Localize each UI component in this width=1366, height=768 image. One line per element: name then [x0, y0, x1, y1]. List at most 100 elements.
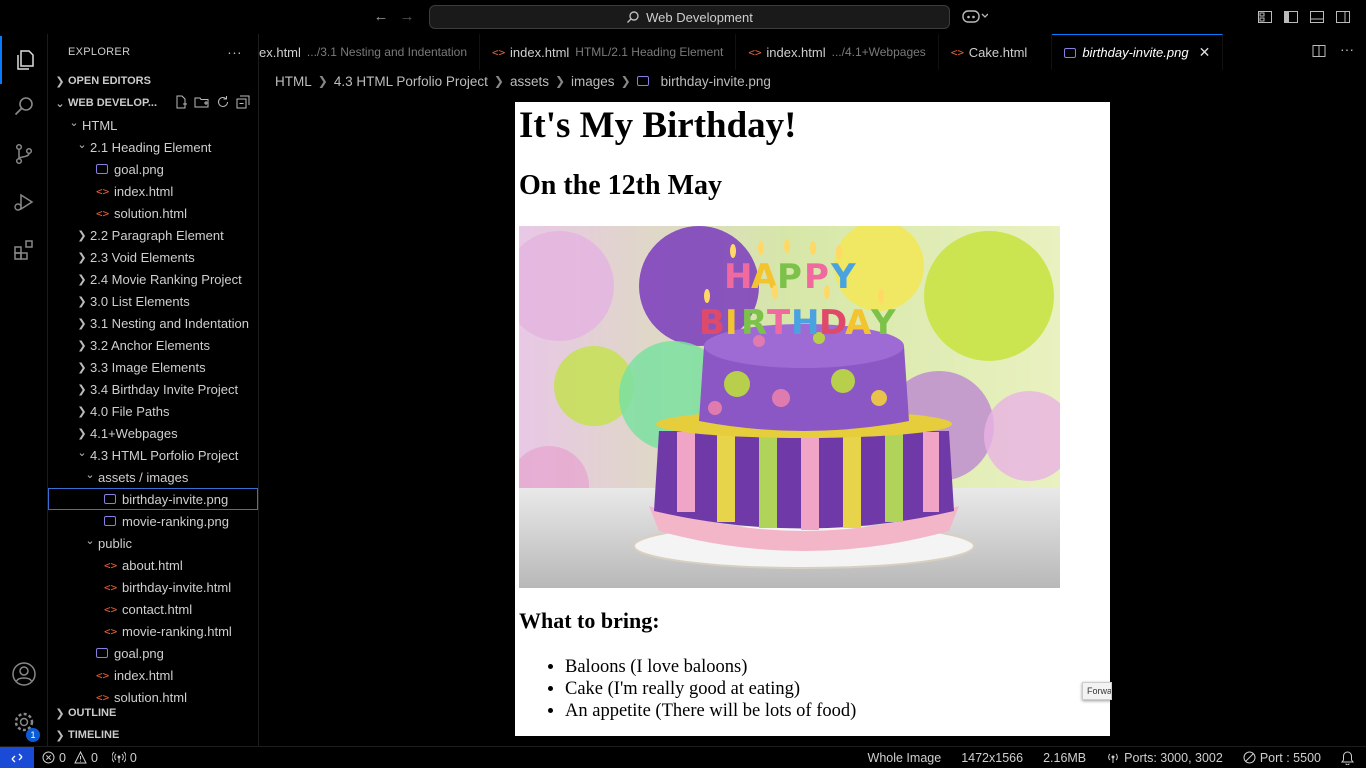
- html-file-icon: <>: [96, 206, 110, 220]
- tree-folder[interactable]: ❯ 3.0 List Elements: [48, 290, 258, 312]
- command-center-search[interactable]: Web Development: [429, 5, 950, 29]
- image-file-icon: [104, 494, 116, 504]
- back-arrow-icon[interactable]: ←: [372, 8, 390, 26]
- tree-folder[interactable]: ❯ 2.3 Void Elements: [48, 246, 258, 268]
- tab-cake[interactable]: <> Cake.html: [939, 34, 1053, 70]
- breadcrumb-item[interactable]: 4.3 HTML Porfolio Project: [334, 74, 488, 89]
- tab-heading-index[interactable]: <> index.html HTML/2.1 Heading Element: [480, 34, 737, 70]
- ports-forwarded-indicator[interactable]: 0: [111, 751, 137, 765]
- tab-name: index.html: [766, 44, 826, 60]
- tree-file[interactable]: <> index.html: [48, 664, 258, 686]
- source-control-icon[interactable]: [0, 130, 48, 178]
- html-file-icon: <>: [104, 624, 118, 638]
- timeline-label: TIMELINE: [68, 729, 120, 741]
- tree-folder[interactable]: ❯ 3.1 Nesting and Indentation: [48, 312, 258, 334]
- no-entry-icon: [1243, 751, 1256, 764]
- html-file-icon: <>: [748, 45, 762, 59]
- birthday-invite-image[interactable]: It's My Birthday! On the 12th May H A P …: [515, 102, 1110, 736]
- new-file-icon[interactable]: [174, 95, 188, 112]
- live-server-status[interactable]: Port : 5500: [1243, 751, 1321, 765]
- tree-item-label: birthday-invite.png: [122, 491, 229, 507]
- account-icon[interactable]: [0, 650, 48, 698]
- breadcrumb-item[interactable]: images: [571, 74, 615, 89]
- tree-file[interactable]: <> contact.html: [48, 598, 258, 620]
- open-editors-section[interactable]: ❯ OPEN EDITORS: [48, 70, 258, 92]
- tree-item-label: goal.png: [114, 161, 164, 177]
- split-editor-icon[interactable]: [1312, 44, 1326, 61]
- extensions-icon[interactable]: [0, 226, 48, 274]
- tree-folder[interactable]: ❯ 2.2 Paragraph Element: [48, 224, 258, 246]
- chevron-right-icon: ❯: [77, 251, 87, 264]
- outline-section[interactable]: ❯ OUTLINE: [48, 702, 258, 724]
- close-icon[interactable]: ✕: [1199, 44, 1211, 61]
- tooltip-hint: Forwa: [1082, 682, 1112, 700]
- refresh-icon[interactable]: [216, 95, 230, 112]
- notifications-bell-icon[interactable]: [1341, 750, 1354, 765]
- chevron-right-icon: ❯: [55, 729, 65, 742]
- problems-indicator[interactable]: 0 0: [42, 751, 98, 765]
- search-icon[interactable]: [0, 82, 48, 130]
- list-item: An appetite (There will be lots of food): [565, 700, 856, 722]
- title-bar: ← → Web Development: [0, 0, 1366, 34]
- toggle-secondary-sidebar-icon[interactable]: [1335, 9, 1351, 25]
- tree-file[interactable]: <> index.html: [48, 180, 258, 202]
- broadcast-icon: [1108, 753, 1118, 763]
- chevron-right-icon: ❯: [620, 74, 631, 88]
- tree-folder[interactable]: ❯ 3.4 Birthday Invite Project: [48, 378, 258, 400]
- toggle-panel-icon[interactable]: [1309, 9, 1325, 25]
- list-item: Cake (I'm really good at eating): [565, 678, 856, 700]
- collapse-all-icon[interactable]: [236, 95, 250, 112]
- timeline-section[interactable]: ❯ TIMELINE: [48, 724, 258, 746]
- tree-file[interactable]: movie-ranking.png: [48, 510, 258, 532]
- explorer-icon[interactable]: [0, 36, 48, 84]
- tree-item-label: 4.1+Webpages: [90, 425, 178, 441]
- warning-count: 0: [90, 750, 98, 765]
- tree-file[interactable]: birthday-invite.png: [48, 488, 258, 510]
- error-count: 0: [59, 750, 66, 765]
- tree-file[interactable]: <> solution.html: [48, 202, 258, 224]
- tree-file[interactable]: goal.png: [48, 642, 258, 664]
- tree-folder[interactable]: ⌄ 2.1 Heading Element: [48, 136, 258, 158]
- ports-status[interactable]: Ports: 3000, 3002: [1106, 751, 1223, 765]
- tree-file[interactable]: <> about.html: [48, 554, 258, 576]
- chevron-down-icon: ⌄: [55, 97, 65, 110]
- error-icon: [42, 751, 55, 764]
- tree-file[interactable]: <> birthday-invite.html: [48, 576, 258, 598]
- tab-name: Cake.html: [968, 44, 1028, 60]
- image-zoom-status[interactable]: Whole Image: [868, 751, 942, 765]
- more-actions-icon[interactable]: ···: [1340, 42, 1354, 61]
- tree-folder[interactable]: ❯ 3.3 Image Elements: [48, 356, 258, 378]
- manage-gear-icon[interactable]: 1: [0, 698, 48, 746]
- tab-birthday-invite-png[interactable]: birthday-invite.png ✕: [1052, 34, 1224, 70]
- layout-toggle-icon[interactable]: [1257, 9, 1273, 25]
- tree-file[interactable]: goal.png: [48, 158, 258, 180]
- file-tree: ⌄ HTML ⌄ 2.1 Heading Element goal.png <> index…: [48, 114, 258, 708]
- workspace-section[interactable]: ⌄ WEB DEVELOP...: [48, 92, 258, 114]
- tree-folder[interactable]: ❯ 3.2 Anchor Elements: [48, 334, 258, 356]
- tree-folder[interactable]: ⌄ 4.3 HTML Porfolio Project: [48, 444, 258, 466]
- tree-folder[interactable]: ⌄ public: [48, 532, 258, 554]
- run-debug-icon[interactable]: [0, 178, 48, 226]
- remote-indicator-icon[interactable]: [0, 746, 34, 768]
- more-actions-icon[interactable]: ···: [227, 44, 242, 60]
- new-folder-icon[interactable]: [194, 95, 210, 112]
- copilot-icon[interactable]: [962, 8, 989, 27]
- tree-folder[interactable]: ❯ 4.1+Webpages: [48, 422, 258, 444]
- tree-folder[interactable]: ⌄ assets / images: [48, 466, 258, 488]
- toggle-primary-sidebar-icon[interactable]: [1283, 9, 1299, 25]
- tree-file[interactable]: <> movie-ranking.html: [48, 620, 258, 642]
- tree-item-label: 3.2 Anchor Elements: [90, 337, 210, 353]
- tree-folder[interactable]: ❯ 2.4 Movie Ranking Project: [48, 268, 258, 290]
- breadcrumb: HTML ❯ 4.3 HTML Porfolio Project ❯ asset…: [259, 70, 1366, 92]
- tab-webpages-index[interactable]: <> index.html .../4.1+Webpages: [736, 34, 939, 70]
- tab-nesting-index[interactable]: ex.html .../3.1 Nesting and Indentation: [259, 34, 481, 70]
- invite-heading: It's My Birthday!: [519, 105, 797, 146]
- breadcrumb-item[interactable]: birthday-invite.png: [661, 74, 771, 89]
- tree-item-label: 2.2 Paragraph Element: [90, 227, 224, 243]
- breadcrumb-item[interactable]: assets: [510, 74, 549, 89]
- html-file-icon: <>: [104, 558, 118, 572]
- forward-arrow-icon[interactable]: →: [398, 8, 416, 26]
- breadcrumb-item[interactable]: HTML: [275, 74, 312, 89]
- tree-folder[interactable]: ⌄ HTML: [48, 114, 258, 136]
- tree-folder[interactable]: ❯ 4.0 File Paths: [48, 400, 258, 422]
